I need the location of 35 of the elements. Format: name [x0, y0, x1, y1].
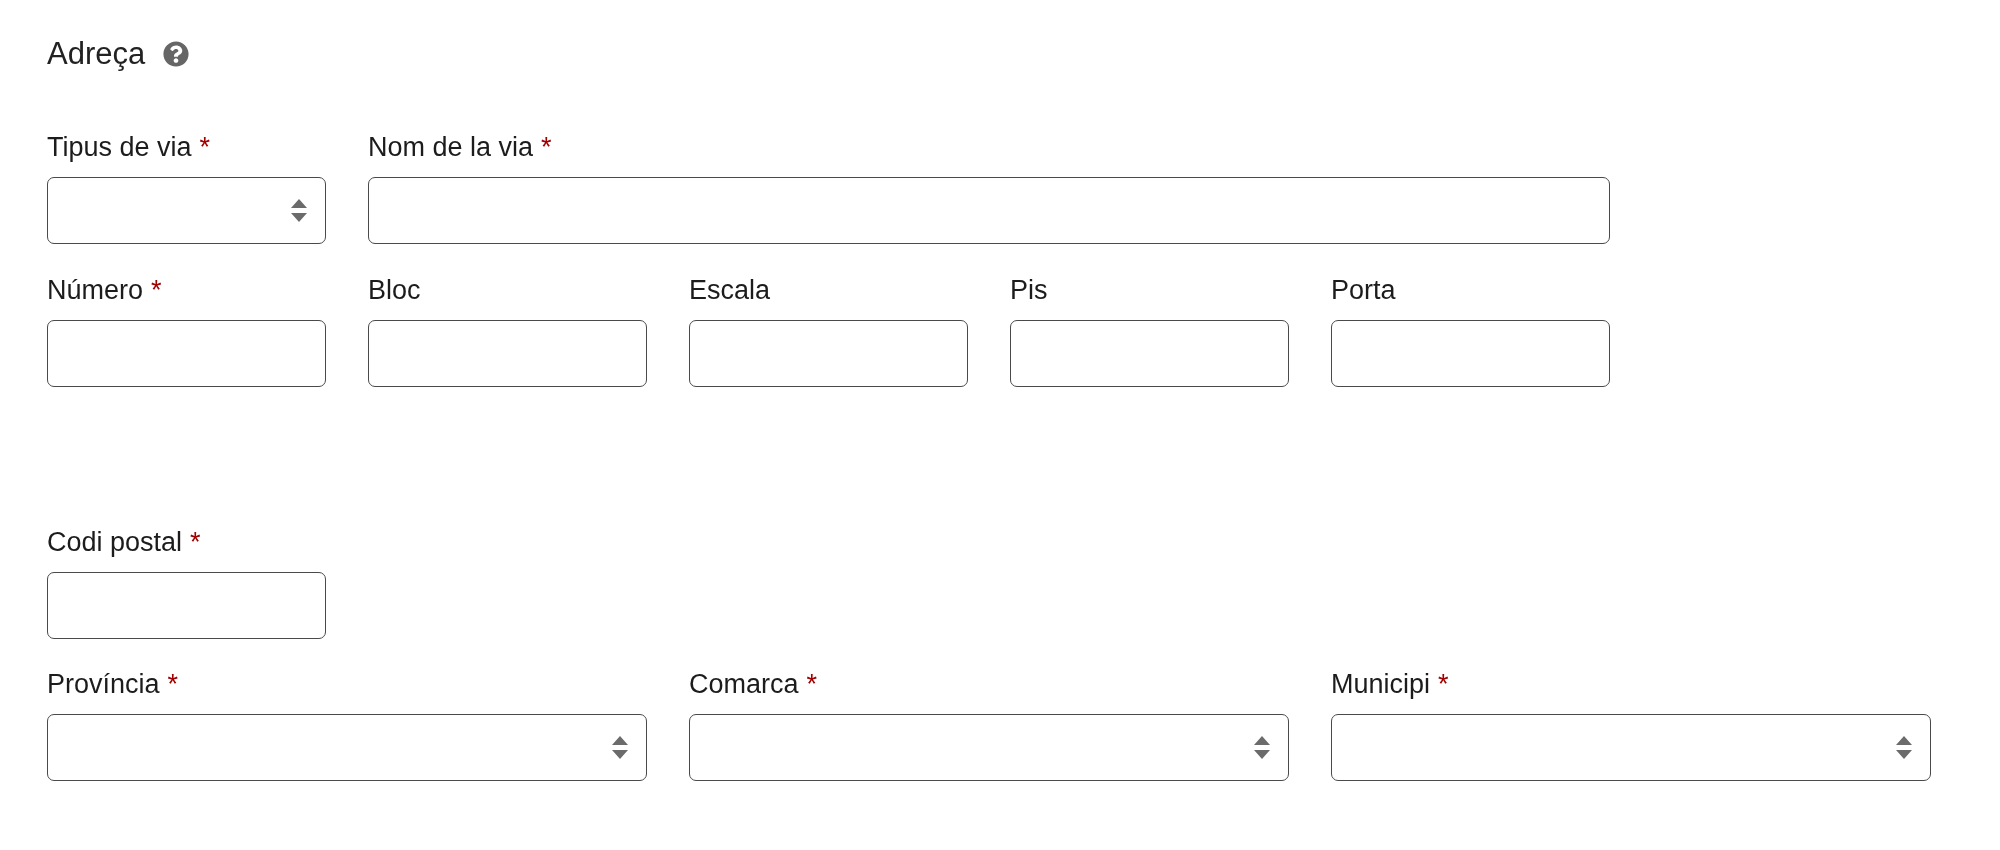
text-field[interactable]: [1010, 320, 1289, 387]
field-label: Comarca: [689, 668, 799, 701]
field-label: Codi postal: [47, 526, 183, 559]
text-field[interactable]: [368, 320, 647, 387]
field-label: Bloc: [368, 274, 421, 307]
text-field[interactable]: [47, 572, 326, 639]
required-mark: *: [199, 131, 211, 164]
field-label: Escala: [689, 274, 771, 307]
required-mark: *: [167, 668, 179, 701]
field-label: Porta: [1331, 274, 1396, 307]
select-field[interactable]: [47, 177, 326, 244]
sort-arrows-icon: [1254, 736, 1270, 759]
text-field[interactable]: [47, 320, 326, 387]
field-label: Pis: [1010, 274, 1048, 307]
field-label: Nom de la via: [368, 131, 534, 164]
section-title: Adreça: [47, 35, 146, 73]
select-field[interactable]: [689, 714, 1289, 781]
help-icon[interactable]: [163, 41, 190, 67]
required-mark: *: [1438, 668, 1449, 701]
required-mark: *: [151, 274, 162, 307]
text-field[interactable]: [1331, 320, 1610, 387]
field-label: Tipus de via: [47, 131, 192, 164]
text-field[interactable]: [689, 320, 968, 387]
field-label: Municipi: [1331, 668, 1431, 701]
required-mark: *: [541, 131, 552, 164]
field-label: Número: [47, 274, 144, 307]
select-field[interactable]: [1331, 714, 1931, 781]
required-mark: *: [806, 668, 818, 701]
field-label: Província: [47, 668, 160, 701]
sort-arrows-icon: [291, 199, 307, 222]
required-mark: *: [190, 526, 201, 559]
select-field[interactable]: [47, 714, 647, 781]
sort-arrows-icon: [1896, 736, 1912, 759]
sort-arrows-icon: [612, 736, 628, 759]
text-field[interactable]: [368, 177, 1610, 244]
